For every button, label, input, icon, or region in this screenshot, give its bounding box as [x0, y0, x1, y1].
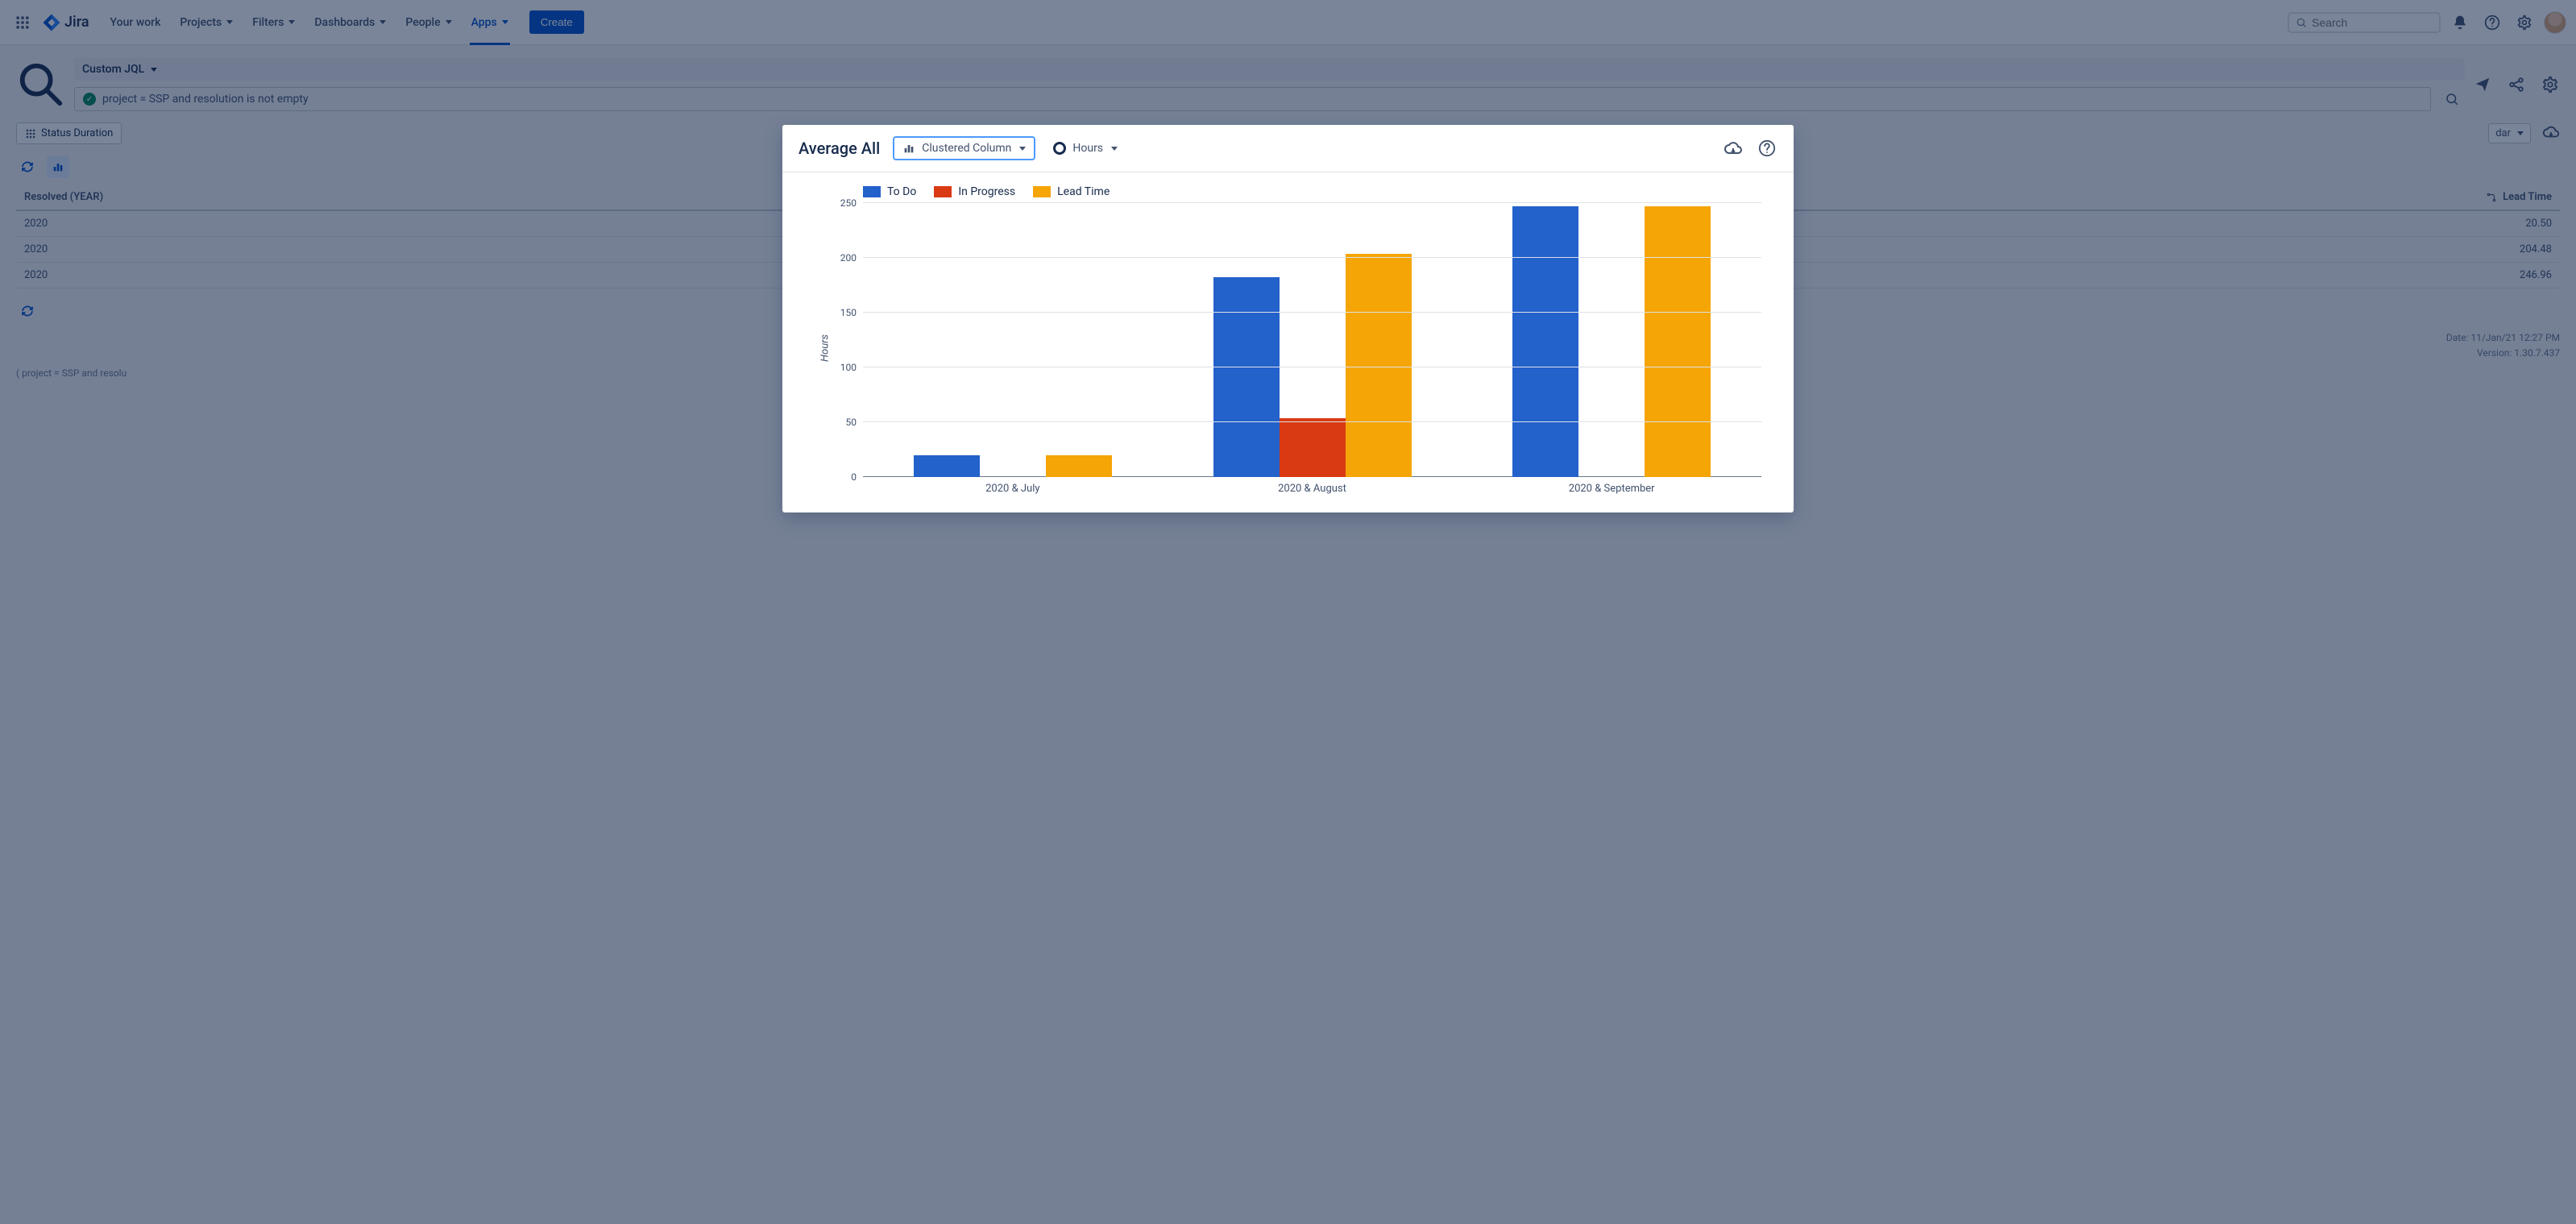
- bar-group: 2020 & July: [863, 203, 1163, 477]
- chevron-down-icon: [1019, 147, 1026, 151]
- x-tick: 2020 & July: [863, 483, 1163, 495]
- modal-overlay[interactable]: Average All Clustered Column Hours To Do…: [0, 0, 2576, 1224]
- gridline: [863, 312, 1761, 313]
- legend-swatch: [1033, 186, 1051, 197]
- bar[interactable]: [914, 455, 980, 477]
- y-tick: 200: [831, 252, 857, 263]
- gridline: [863, 202, 1761, 203]
- chart-plot: Hours 2020 & July2020 & August2020 & Sep…: [863, 203, 1761, 493]
- legend-item[interactable]: Lead Time: [1033, 185, 1110, 198]
- bar[interactable]: [1645, 206, 1711, 477]
- bar[interactable]: [1346, 254, 1412, 477]
- bar[interactable]: [1213, 277, 1280, 477]
- bar-chart-icon: [902, 142, 915, 155]
- visibility-icon: [1053, 142, 1066, 155]
- bar[interactable]: [1512, 206, 1578, 477]
- bar-group: 2020 & August: [1163, 203, 1462, 477]
- y-tick: 250: [831, 197, 857, 209]
- legend-label: In Progress: [958, 185, 1015, 198]
- bar[interactable]: [1046, 455, 1112, 477]
- gridline: [863, 421, 1761, 422]
- y-tick: 100: [831, 362, 857, 373]
- y-axis-label: Hours: [819, 334, 831, 362]
- gridline: [863, 257, 1761, 258]
- legend-label: To Do: [887, 185, 916, 198]
- x-tick: 2020 & September: [1462, 483, 1761, 495]
- legend-label: Lead Time: [1057, 185, 1110, 198]
- y-tick: 150: [831, 307, 857, 318]
- legend-item[interactable]: In Progress: [934, 185, 1015, 198]
- legend-swatch: [863, 186, 881, 197]
- cloud-download-icon[interactable]: [1723, 138, 1744, 159]
- y-tick: 50: [831, 417, 857, 428]
- chart-area: To Do In Progress Lead Time Hours 2020 & J…: [782, 172, 1794, 512]
- legend-item[interactable]: To Do: [863, 185, 916, 198]
- help-icon[interactable]: [1757, 138, 1777, 159]
- chart-legend: To Do In Progress Lead Time: [863, 185, 1777, 198]
- chevron-down-icon: [1111, 147, 1118, 151]
- unit-select[interactable]: Hours: [1048, 138, 1122, 159]
- chart-modal: Average All Clustered Column Hours To Do…: [782, 125, 1794, 512]
- modal-header: Average All Clustered Column Hours: [782, 125, 1794, 172]
- legend-swatch: [934, 186, 952, 197]
- x-tick: 2020 & August: [1163, 483, 1462, 495]
- bar-group: 2020 & September: [1462, 203, 1761, 477]
- bar[interactable]: [1280, 418, 1346, 477]
- chart-type-select[interactable]: Clustered Column: [893, 136, 1035, 160]
- y-tick: 0: [831, 471, 857, 483]
- modal-title: Average All: [799, 139, 880, 158]
